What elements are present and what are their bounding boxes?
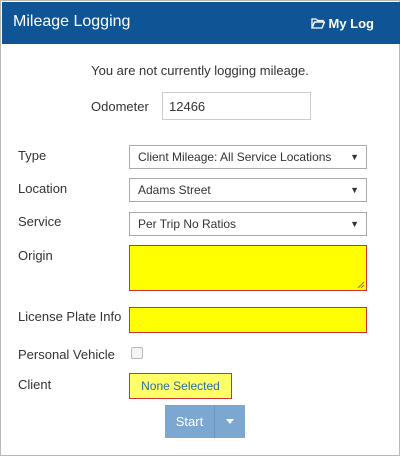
origin-label: Origin bbox=[18, 248, 53, 263]
caret-down-icon: ▼ bbox=[350, 152, 359, 162]
personal-vehicle-checkbox[interactable] bbox=[131, 347, 143, 359]
folder-open-icon bbox=[310, 18, 325, 29]
license-plate-input[interactable] bbox=[129, 307, 367, 333]
caret-down-icon: ▼ bbox=[350, 219, 359, 229]
my-log-link[interactable]: My Log bbox=[310, 16, 375, 31]
logging-status-text: You are not currently logging mileage. bbox=[91, 63, 309, 78]
client-label: Client bbox=[18, 377, 52, 392]
start-button[interactable]: Start bbox=[165, 405, 215, 438]
caret-down-icon: ▼ bbox=[350, 185, 359, 195]
type-label: Type bbox=[18, 148, 47, 163]
personal-vehicle-label: Personal Vehicle bbox=[18, 347, 115, 362]
location-label: Location bbox=[18, 181, 68, 196]
panel-title: Mileage Logging bbox=[13, 13, 131, 30]
service-select-value: Per Trip No Ratios bbox=[138, 217, 237, 231]
client-select-button[interactable]: None Selected bbox=[129, 373, 232, 399]
my-log-label: My Log bbox=[328, 16, 375, 31]
start-dropdown-toggle[interactable] bbox=[215, 405, 245, 438]
origin-textarea[interactable] bbox=[129, 245, 367, 291]
type-select-value: Client Mileage: All Service Locations bbox=[138, 150, 332, 164]
mileage-logging-panel: Mileage Logging My Log You are not curre… bbox=[0, 0, 400, 456]
odometer-label: Odometer bbox=[91, 99, 149, 114]
service-label: Service bbox=[18, 214, 62, 229]
panel-header: Mileage Logging My Log bbox=[2, 2, 400, 44]
start-button-group: Start bbox=[165, 405, 245, 438]
location-select-value: Adams Street bbox=[138, 183, 211, 197]
service-select[interactable]: Per Trip No Ratios ▼ bbox=[129, 212, 367, 236]
resize-grip-icon[interactable] bbox=[357, 281, 365, 289]
odometer-input[interactable] bbox=[162, 92, 311, 120]
caret-down-icon bbox=[226, 419, 234, 424]
type-select[interactable]: Client Mileage: All Service Locations ▼ bbox=[129, 145, 367, 169]
location-select[interactable]: Adams Street ▼ bbox=[129, 178, 367, 202]
license-plate-label: License Plate Info bbox=[18, 309, 122, 324]
